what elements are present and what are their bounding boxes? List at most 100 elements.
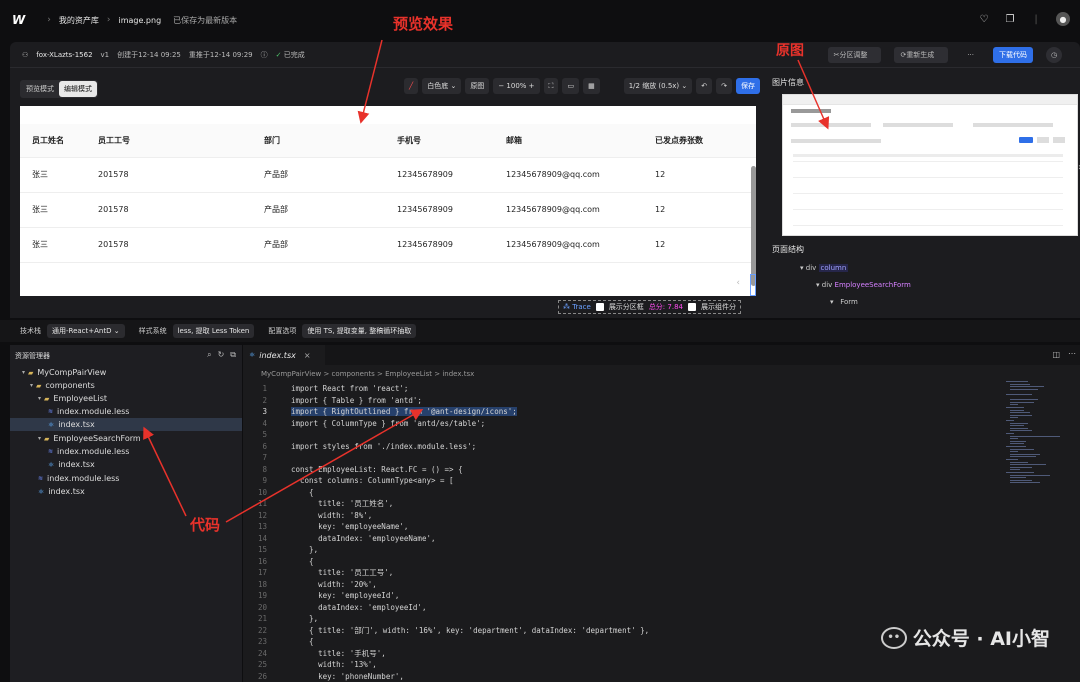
tree-file[interactable]: ≋ index.module.less [10, 405, 242, 418]
more-button[interactable]: ··· [961, 47, 980, 63]
node-label: index.tsx [48, 487, 85, 496]
tree-file[interactable]: ⚛ index.tsx [10, 485, 242, 498]
less-file-icon: ≋ [38, 475, 44, 482]
heart-icon[interactable]: ♡ [978, 13, 990, 25]
chevron-left-icon[interactable]: ‹ [736, 278, 740, 288]
tab-index-tsx[interactable]: ⚛ index.tsx × [243, 345, 325, 365]
code-lines[interactable]: 1 import React from 'react'; 2 import { Tab… [243, 383, 983, 682]
more-icon[interactable]: ⋯ [1068, 349, 1076, 358]
node-label: index.module.less [57, 407, 130, 416]
device-icon[interactable]: ▭ [562, 78, 580, 94]
style-value[interactable]: less, 提取 Less Token [172, 324, 255, 338]
vertical-scrollbar[interactable] [751, 166, 756, 286]
stack-select[interactable]: 通用-React+AntD ⌄ [47, 324, 125, 338]
code-line: 17 title: '员工工号', [243, 567, 983, 579]
tree-folder[interactable]: ▾ ▰ EmployeeSearchForm [10, 432, 242, 445]
code-text: key: 'employeeId', [291, 591, 400, 601]
undo-icon[interactable]: ↶ [696, 78, 713, 94]
search-file-icon[interactable]: ⌕ [207, 350, 211, 360]
refresh-icon[interactable]: ↻ [218, 350, 225, 360]
code-line: 8 const EmployeeList: React.FC = () => { [243, 464, 983, 476]
minimap-line [1010, 383, 1030, 385]
collapse-icon[interactable]: ⧉ [230, 350, 236, 360]
status-badge: ✓ 已完成 [275, 50, 305, 59]
table-cell: 201578 [86, 227, 252, 263]
line-number: 25 [257, 660, 267, 670]
avatar[interactable]: ● [1056, 12, 1070, 26]
tree-folder[interactable]: ▾ ▰ MyCompPairView [10, 366, 242, 379]
edit-mode-tab[interactable]: 编辑模式 [59, 81, 97, 97]
tree-file[interactable]: ≋ index.module.less [10, 445, 242, 458]
pager-item[interactable] [750, 274, 756, 296]
download-code-button[interactable]: 下载代码 [993, 47, 1033, 63]
node-label: MyCompPairView [37, 368, 107, 377]
original-toggle-button[interactable]: 原图 [465, 78, 490, 94]
show-component-checkbox[interactable] [687, 303, 696, 311]
app-logo[interactable]: W [12, 13, 25, 27]
config-options-value[interactable]: 使用 TS, 提取变量, 整稿循环抽取 [302, 324, 417, 338]
tree-file[interactable]: ⚛ index.tsx [10, 458, 242, 471]
fit-screen-icon[interactable]: ⛶ [543, 78, 559, 94]
code-line: 26 key: 'phoneNumber', [243, 671, 983, 682]
grid-icon[interactable]: ▦ [583, 78, 600, 94]
total-score: 总分: 7.84 [648, 303, 683, 311]
tree-node-tag: div [821, 281, 833, 289]
code-text: key: 'phoneNumber', [291, 671, 404, 681]
thumb-line [1053, 137, 1065, 143]
line-number: 11 [257, 499, 267, 509]
show-region-checkbox[interactable] [595, 303, 604, 311]
history-icon[interactable]: ◷ [1046, 47, 1062, 63]
tree-node-tag: div [805, 264, 817, 272]
regenerate-button[interactable]: ⟳ 重新生成 [894, 47, 949, 63]
tree-file[interactable]: ≋ index.module.less [10, 472, 242, 485]
tree-node[interactable]: ▾ Form [830, 298, 858, 306]
original-image-thumbnail[interactable] [782, 94, 1078, 236]
scale-select[interactable]: 1/2 缩放 (0.5x) ⌄ [623, 78, 693, 94]
header-department: 部门 [252, 124, 385, 158]
split-editor-icon[interactable]: ◫ [1052, 350, 1060, 359]
minimap-line [1010, 479, 1032, 481]
minimap[interactable] [1006, 381, 1068, 491]
react-file-icon: ⚛ [249, 351, 256, 359]
watermark: •• 公众号 · AI小智 [880, 624, 1050, 651]
chevron-down-icon: ▾ [38, 435, 42, 442]
background-select[interactable]: 白色底 ⌄ [422, 78, 462, 94]
chevron-down-icon: ▾ [30, 382, 34, 389]
info-icon[interactable]: ⓘ [261, 50, 268, 60]
node-label: components [45, 381, 95, 390]
trace-link[interactable]: ⁂ Trace [563, 303, 591, 311]
tree-folder[interactable]: ▾ ▰ EmployeeList [10, 392, 242, 405]
zoom-out-icon[interactable]: − [498, 82, 504, 90]
code-line: 21 }, [243, 613, 983, 625]
code-text: import React from 'react'; [291, 384, 409, 394]
preview-mode-tab[interactable]: 预览模式 [21, 81, 59, 97]
preview-toolbar: 预览模式 编辑模式 ╱ 白色底 ⌄ 原图 − 100% + ⛶ ▭ ▦ 1/2 … [20, 78, 760, 98]
pen-icon[interactable]: ╱ [404, 78, 419, 94]
tree-node[interactable]: ▾ div column [800, 264, 849, 272]
redo-icon[interactable]: ↷ [716, 78, 732, 94]
code-text: title: '员工工号', [291, 568, 394, 578]
zoom-in-icon[interactable]: + [529, 82, 535, 90]
tree-node[interactable]: ▾ div EmployeeSearchForm [816, 281, 911, 289]
thumb-line [793, 154, 1063, 157]
tree-folder[interactable]: ▾ ▰ components [10, 379, 242, 392]
image-info-panel: 图片信息 › 页面结构 ▾ div column ▾ div EmployeeS… [772, 72, 1080, 318]
region-adjust-button[interactable]: ✂ 分区调整 [827, 47, 882, 63]
tree-file[interactable]: ⚛ index.tsx [10, 418, 242, 431]
minimap-line [1006, 433, 1014, 434]
close-icon[interactable]: × [304, 351, 311, 360]
version-label: v1 [100, 50, 110, 59]
code-text: }, [291, 545, 319, 555]
minimap-line [1010, 430, 1032, 432]
minimap-line [1010, 461, 1028, 463]
code-line: 22 { title: '部门', width: '16%', key: 'de… [243, 625, 983, 637]
folder-icon: ▰ [44, 394, 50, 403]
show-component-label: 展示组件分 [700, 303, 736, 311]
header-phone: 手机号 [385, 124, 494, 158]
show-region-label: 展示分区框 [608, 303, 644, 311]
breadcrumb-asset-library[interactable]: 我的资产库 [59, 15, 99, 26]
save-button[interactable]: 保存 [736, 78, 760, 94]
code-line: 9 const columns: ColumnType<any> = [ [243, 475, 983, 487]
copy-icon[interactable]: ❐ [1004, 13, 1016, 25]
table-cell: 201578 [86, 192, 252, 228]
